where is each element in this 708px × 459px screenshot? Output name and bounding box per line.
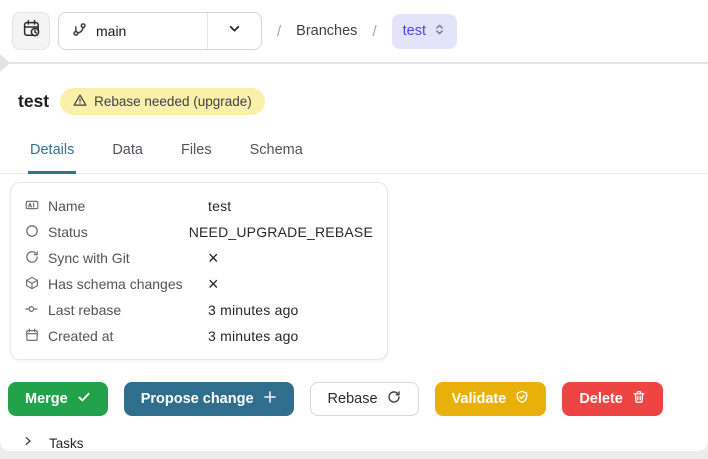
status-badge: Rebase needed (upgrade) [60,88,265,115]
page-title: test [18,91,50,111]
detail-row-name: Name test [25,193,373,219]
detail-value: NEED_UPGRADE_REBASE [188,224,373,240]
breadcrumb-separator: / [372,22,377,40]
delete-button-label: Delete [579,391,623,407]
detail-value: 3 minutes ago [208,302,299,318]
calendar-clock-icon [22,19,41,43]
merge-button[interactable]: Merge [8,382,108,416]
delete-button[interactable]: Delete [562,382,663,416]
refresh-icon [387,390,401,408]
detail-value: 3 minutes ago [208,328,299,344]
chevron-right-icon [22,434,34,452]
detail-value: test [208,198,232,214]
propose-change-button[interactable]: Propose change [123,382,294,416]
status-badge-label: Rebase needed (upgrade) [94,94,252,109]
detail-row-sync: Sync with Git × [25,245,373,271]
tab-files[interactable]: Files [179,136,214,174]
git-commit-icon [25,302,39,319]
current-branch-label: test [402,23,426,39]
current-branch-pill[interactable]: test [391,13,457,49]
git-branch-icon [72,22,87,40]
plus-icon [263,390,277,408]
page-header: test Rebase needed (upgrade) [18,88,708,115]
branch-selector-dropdown[interactable] [207,13,261,49]
tasks-label: Tasks [49,435,84,451]
divider-drag-handle[interactable] [0,54,10,72]
calendar-icon [25,328,39,345]
topbar: main / Branches / test [0,0,708,62]
sync-icon [25,250,39,267]
trash-icon [632,390,646,408]
check-icon [77,390,91,408]
rebase-button[interactable]: Rebase [309,382,419,416]
validate-button[interactable]: Validate [434,382,547,416]
validate-button-label: Validate [451,391,507,407]
detail-label: Last rebase [48,302,122,318]
tab-data[interactable]: Data [110,136,145,174]
tasks-section-toggle[interactable]: Tasks [22,434,708,452]
chevrons-up-down-icon [433,23,446,40]
branch-selector-value[interactable]: main [59,13,207,49]
detail-label: Status [48,224,88,240]
details-card: Name test Status NEED_UPGRADE_REBASE Syn… [10,182,388,360]
detail-row-schema-changes: Has schema changes × [25,271,373,297]
detail-label: Created at [48,328,114,344]
breadcrumb-separator: / [277,22,282,40]
x-mark-icon: × [208,248,219,268]
schema-box-icon [25,276,39,293]
app-panel: main / Branches / test test Rebase neede… [0,0,708,451]
tab-schema[interactable]: Schema [248,136,305,174]
warning-triangle-icon [73,93,87,110]
propose-change-button-label: Propose change [140,391,254,407]
branch-name: main [96,23,127,39]
action-bar: Merge Propose change Rebase Validate Del… [8,382,708,416]
history-button[interactable] [12,12,50,50]
rebase-button-label: Rebase [327,391,378,407]
detail-label: Name [48,198,86,214]
tab-details[interactable]: Details [28,136,77,174]
panel-divider [0,54,708,72]
shield-check-icon [515,390,529,408]
x-mark-icon: × [208,274,219,294]
status-circle-icon [25,224,39,241]
breadcrumb-section[interactable]: Branches [296,23,357,39]
tab-bar: Details Data Files Schema [0,136,708,174]
detail-row-status: Status NEED_UPGRADE_REBASE [25,219,373,245]
branch-selector[interactable]: main [58,12,262,50]
detail-row-created-at: Created at 3 minutes ago [25,323,373,349]
detail-label: Sync with Git [48,250,130,266]
merge-button-label: Merge [25,391,68,407]
chevron-down-icon [227,21,242,41]
detail-label: Has schema changes [48,276,183,292]
name-field-icon [25,198,39,215]
detail-row-last-rebase: Last rebase 3 minutes ago [25,297,373,323]
